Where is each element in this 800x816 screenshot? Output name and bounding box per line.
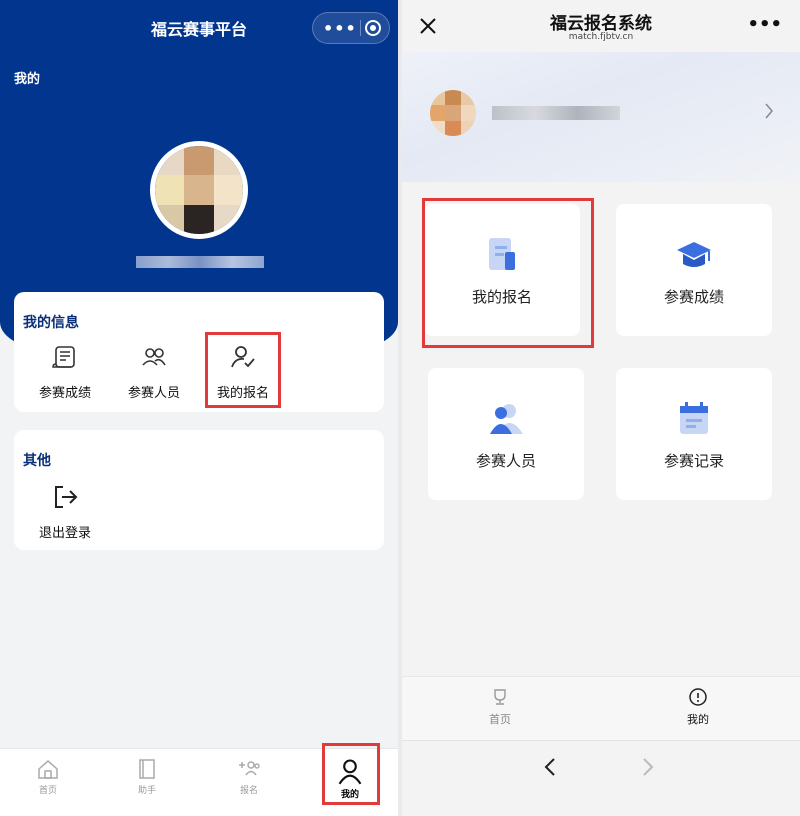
tile-results[interactable]: 参赛成绩: [25, 342, 105, 401]
highlight-box: [322, 743, 380, 805]
logout-icon: [55, 486, 78, 508]
page-url: match.fjbtv.cn: [568, 32, 634, 42]
profile-header[interactable]: [402, 52, 800, 182]
page-title: 福云报名系统: [550, 14, 652, 34]
other-card: 其他 退出登录: [14, 430, 384, 550]
trophy-icon: [494, 689, 506, 705]
capsule-divider: [360, 20, 362, 36]
logout-item[interactable]: 退出登录: [25, 482, 105, 541]
mini-program-capsule[interactable]: •••: [312, 12, 390, 44]
left-panel: 福云赛事平台 ••• 我的 我的信息 参赛成绩 参赛人员 我的报名 其他 退出登…: [0, 0, 398, 816]
tile-records[interactable]: 参赛记录: [616, 368, 772, 500]
tile-participants[interactable]: 参赛人员: [114, 342, 194, 401]
tab-register[interactable]: 报名: [219, 757, 279, 796]
tile-results[interactable]: 参赛成绩: [616, 204, 772, 336]
users-icon: [490, 404, 523, 434]
logout-label: 退出登录: [38, 526, 91, 541]
close-target-icon[interactable]: [365, 20, 381, 36]
highlight-box: [205, 332, 281, 408]
tile-results-label: 参赛成绩: [663, 288, 724, 306]
more-dots-icon[interactable]: •••: [323, 19, 357, 38]
scroll-icon: [52, 346, 75, 368]
highlight-box: [422, 198, 594, 348]
tab-home-label: 首页: [489, 713, 511, 726]
graduation-cap-icon: [677, 242, 711, 267]
top-navbar: 福云报名系统 match.fjbtv.cn •••: [402, 0, 800, 52]
page-title: 我的: [14, 72, 41, 87]
other-card-title: 其他: [23, 453, 51, 469]
tab-assistant[interactable]: 助手: [117, 757, 177, 796]
tab-mine-label: 我的: [687, 713, 709, 726]
tab-mine[interactable]: 我的: [668, 687, 728, 727]
calendar-icon: [680, 402, 708, 434]
avatar: [430, 90, 476, 136]
tab-home-label: 首页: [38, 786, 57, 796]
people-icon: [142, 348, 166, 366]
back-arrow-icon[interactable]: [544, 757, 556, 777]
user-name-blurred: [492, 106, 620, 120]
right-panel: 福云报名系统 match.fjbtv.cn ••• 我的报名 参赛成绩 参赛人员…: [402, 0, 800, 816]
bottom-tabbar: 首页 我的: [402, 676, 800, 740]
bottom-tabbar: 首页 助手 报名 我的: [0, 743, 398, 816]
add-people-icon: [239, 761, 260, 776]
tab-assistant-label: 助手: [137, 786, 156, 796]
info-card-title: 我的信息: [23, 315, 79, 331]
user-name-blurred: [136, 256, 264, 268]
tab-register-label: 报名: [239, 786, 258, 796]
screenshot-root: 福云赛事平台 ••• 我的 我的信息 参赛成绩 参赛人员 我的报名 其他 退出登…: [0, 0, 800, 816]
book-icon: [139, 759, 155, 779]
tile-participants[interactable]: 参赛人员: [428, 368, 584, 500]
more-icon[interactable]: •••: [747, 14, 782, 35]
tile-participants-label: 参赛人员: [127, 386, 180, 401]
tab-home[interactable]: 首页: [470, 687, 530, 727]
user-circle-icon: [689, 688, 707, 706]
info-card: 我的信息 参赛成绩 参赛人员 我的报名: [14, 292, 384, 412]
browser-nav-bar: [402, 740, 800, 792]
forward-arrow-icon[interactable]: [642, 757, 654, 777]
tile-results-label: 参赛成绩: [38, 386, 91, 401]
tile-participants-label: 参赛人员: [475, 452, 536, 470]
tab-home[interactable]: 首页: [18, 757, 78, 796]
avatar[interactable]: [150, 141, 248, 239]
tile-records-label: 参赛记录: [663, 452, 724, 470]
home-icon: [38, 759, 58, 779]
chevron-right-icon: [765, 103, 773, 119]
